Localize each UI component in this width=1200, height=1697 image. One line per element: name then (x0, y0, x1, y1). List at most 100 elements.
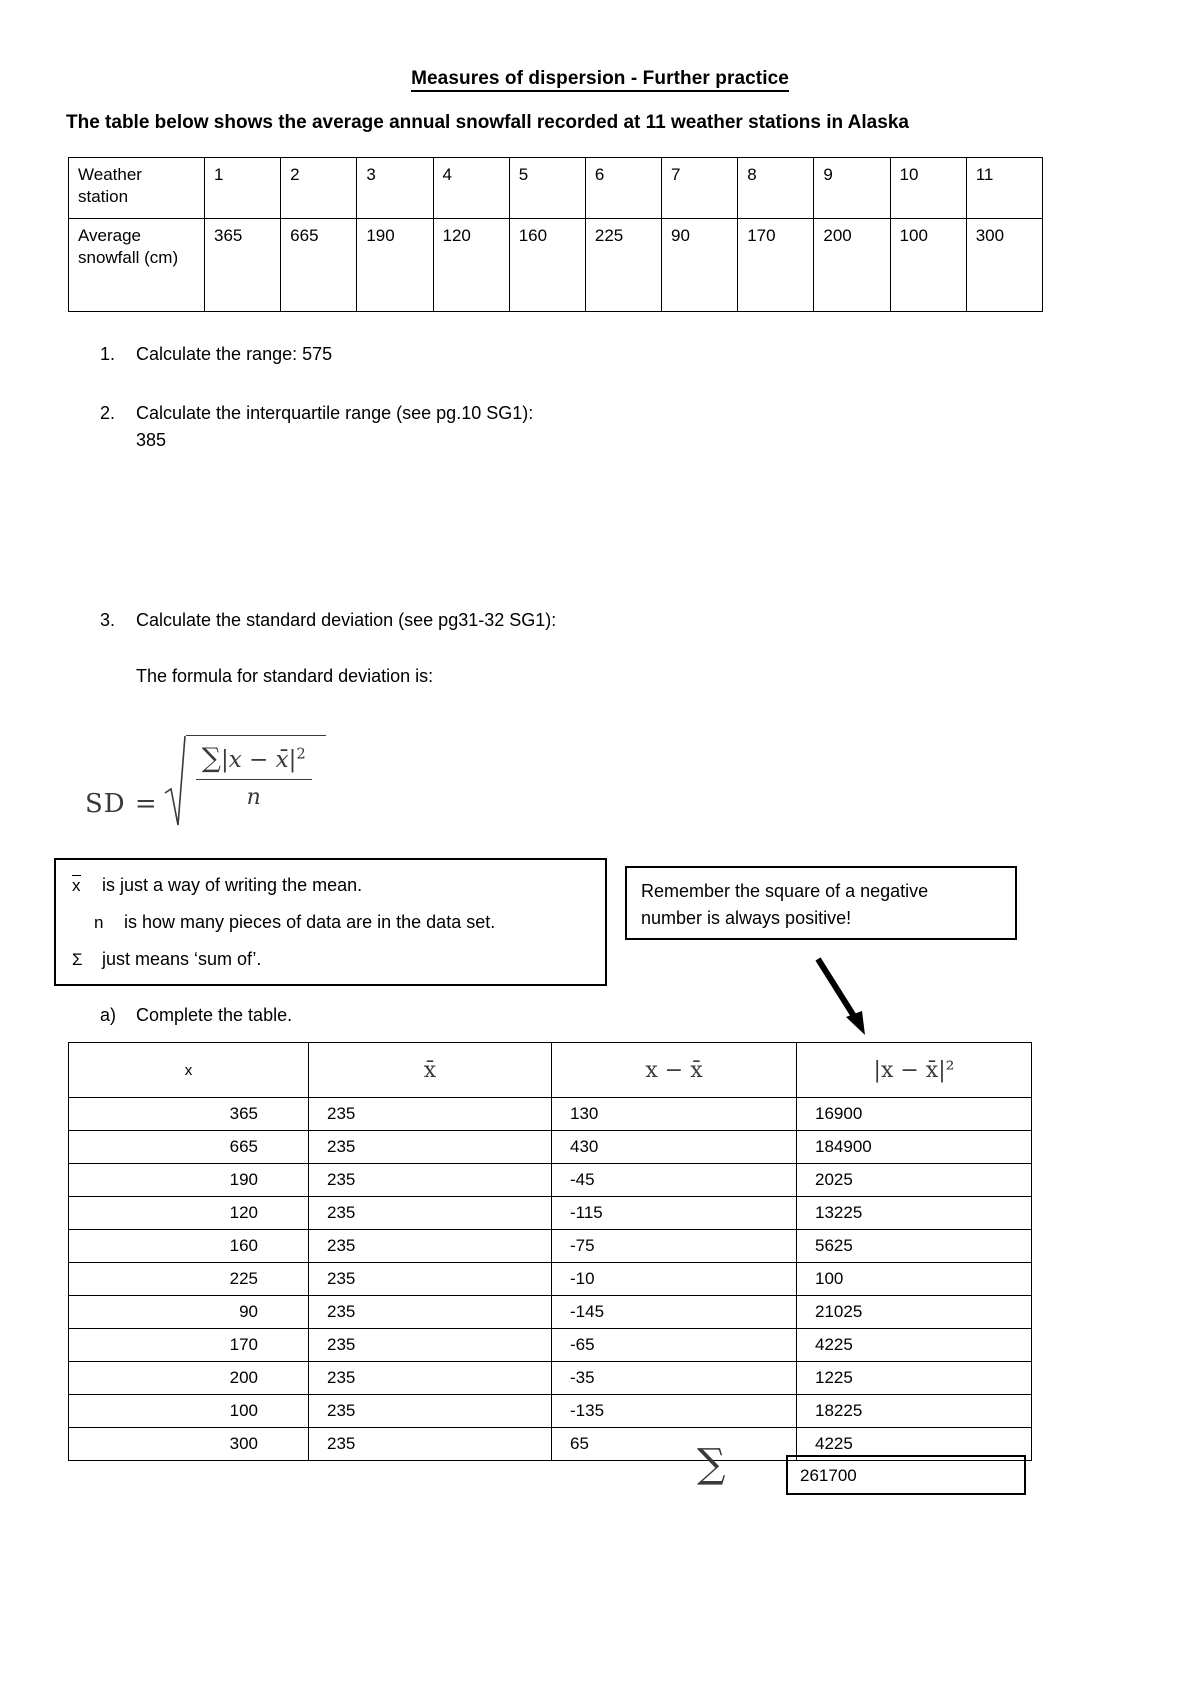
cell-mean: 235 (308, 1196, 552, 1230)
row-label-weather-station: Weather station (68, 157, 205, 219)
snowfall-cell: 665 (280, 218, 358, 312)
formula-intro-text: The formula for standard deviation is: (136, 666, 434, 686)
sigma-icon: Σ (72, 950, 83, 969)
cell-x: 365 (68, 1097, 309, 1131)
cell-squared: 13225 (796, 1196, 1032, 1230)
station-cell: 11 (965, 157, 1044, 219)
cell-squared: 4225 (796, 1328, 1032, 1362)
standard-deviation-work-table: x x̄ x − x̄ |x − x̄|² 365 235 130 16900 … (68, 1042, 1032, 1461)
fraction-denominator: n (246, 785, 261, 810)
cell-squared: 184900 (796, 1130, 1032, 1164)
cell-mean: 235 (308, 1097, 552, 1131)
cell-deviation: -65 (551, 1328, 797, 1362)
cell-deviation: 130 (551, 1097, 797, 1131)
cell-deviation: -145 (551, 1295, 797, 1329)
work-table-body: 365 235 130 16900 665 235 430 184900 190… (68, 1097, 1032, 1461)
station-cell: 7 (661, 157, 739, 219)
item-a-text: Complete the table. (136, 1005, 293, 1025)
column-header-x: x (68, 1042, 309, 1098)
n-symbol: n (94, 913, 104, 932)
cell-x: 300 (68, 1427, 309, 1461)
question-1-text: Calculate the range: 575 (136, 344, 333, 364)
cell-deviation: -135 (551, 1394, 797, 1428)
question-2-answer: 385 (136, 430, 167, 450)
cell-mean: 235 (308, 1361, 552, 1395)
station-cell: 10 (889, 157, 967, 219)
table-row: 200 235 -35 1225 (68, 1361, 1032, 1395)
page-title: Measures of dispersion - Further practic… (0, 68, 1200, 92)
question-2-number: 2. (100, 403, 116, 423)
reminder-line-2: number is always positive! (641, 908, 852, 928)
worksheet-page: Measures of dispersion - Further practic… (0, 0, 1200, 1697)
cell-x: 200 (68, 1361, 309, 1395)
cell-x: 170 (68, 1328, 309, 1362)
standard-deviation-formula: SD = ∑|x − x̄|2 n (85, 735, 326, 827)
snowfall-cell: 190 (356, 218, 434, 312)
cell-deviation: -115 (551, 1196, 797, 1230)
cell-deviation: -45 (551, 1163, 797, 1197)
cell-x: 190 (68, 1163, 309, 1197)
cell-squared: 5625 (796, 1229, 1032, 1263)
page-title-text: Measures of dispersion - Further practic… (411, 68, 789, 92)
station-cell: 5 (508, 157, 586, 219)
table-row-snowfall-values: Average snowfall (cm) 365 665 190 120 16… (68, 218, 1044, 312)
station-cell: 6 (584, 157, 663, 219)
station-cell: 2 (280, 157, 358, 219)
cell-x: 120 (68, 1196, 309, 1230)
cell-squared: 18225 (796, 1394, 1032, 1428)
reminder-line-1: Remember the square of a negative (641, 881, 929, 901)
table-row: 225 235 -10 100 (68, 1262, 1032, 1296)
intro-sentence: The table below shows the average annual… (66, 112, 909, 133)
cell-mean: 235 (308, 1328, 552, 1362)
radical-group: ∑|x − x̄|2 n (164, 735, 326, 827)
question-2-text: Calculate the interquartile range (see p… (136, 403, 534, 423)
cell-deviation: -10 (551, 1262, 797, 1296)
x-bar-icon: x (72, 875, 81, 895)
snowfall-cell: 170 (737, 218, 815, 312)
question-3: 3. Calculate the standard deviation (see… (100, 607, 900, 633)
cell-x: 665 (68, 1130, 309, 1164)
cell-mean: 235 (308, 1427, 552, 1461)
cell-squared: 2025 (796, 1163, 1032, 1197)
station-cell: 9 (813, 157, 891, 219)
question-2: 2. Calculate the interquartile range (se… (100, 400, 900, 426)
snowfall-cell: 120 (432, 218, 510, 312)
station-cell: 1 (203, 157, 282, 219)
cell-deviation: 65 (551, 1427, 797, 1461)
snowfall-cell: 365 (203, 218, 282, 312)
column-header-deviation: x − x̄ (551, 1042, 797, 1098)
note-line-sigma: Σ just means ‘sum of’. (72, 946, 589, 973)
pointer-arrow-icon (810, 955, 880, 1050)
notation-note-box: x is just a way of writing the mean. n i… (54, 858, 607, 986)
question-3-number: 3. (100, 610, 116, 630)
cell-deviation: -35 (551, 1361, 797, 1395)
table-row: 665 235 430 184900 (68, 1130, 1032, 1164)
snowfall-cell: 225 (584, 218, 663, 312)
station-cell: 3 (356, 157, 434, 219)
note-text-xbar: is just a way of writing the mean. (102, 875, 363, 895)
question-1-number: 1. (100, 344, 116, 364)
table-row: 365 235 130 16900 (68, 1097, 1032, 1131)
table-row: 100 235 -135 18225 (68, 1394, 1032, 1428)
cell-deviation: -75 (551, 1229, 797, 1263)
cell-mean: 235 (308, 1130, 552, 1164)
note-line-xbar: x is just a way of writing the mean. (72, 872, 589, 899)
column-header-x-bar: x̄ (308, 1042, 552, 1098)
cell-mean: 235 (308, 1163, 552, 1197)
cell-x: 90 (68, 1295, 309, 1329)
cell-squared: 100 (796, 1262, 1032, 1296)
question-1: 1. Calculate the range: 575 (100, 341, 900, 367)
station-data-table: Weather station 1 2 3 4 5 6 7 8 9 10 11 … (68, 157, 1044, 312)
item-a-number: a) (100, 1005, 117, 1025)
cell-mean: 235 (308, 1229, 552, 1263)
square-root-icon (164, 735, 186, 827)
table-row: 170 235 -65 4225 (68, 1328, 1032, 1362)
sum-total-box: 261700 (786, 1455, 1026, 1495)
snowfall-cell: 160 (508, 218, 586, 312)
cell-squared: 16900 (796, 1097, 1032, 1131)
table-row: 190 235 -45 2025 (68, 1163, 1032, 1197)
cell-mean: 235 (308, 1295, 552, 1329)
reminder-note-box: Remember the square of a negative number… (625, 866, 1017, 940)
snowfall-cell: 90 (661, 218, 739, 312)
cell-squared: 1225 (796, 1361, 1032, 1395)
